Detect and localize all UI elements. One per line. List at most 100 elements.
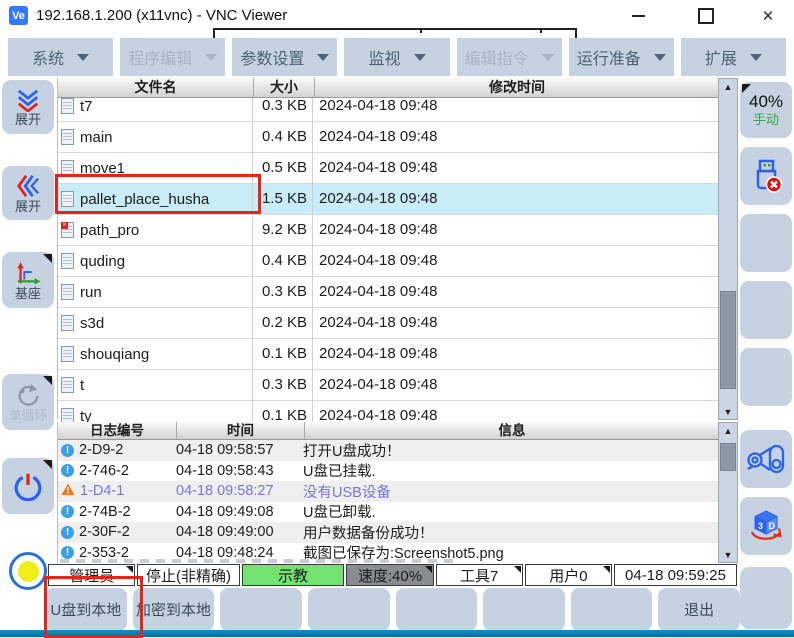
- file-row-run[interactable]: run 0.3 KB 2024-04-18 09:48: [58, 277, 719, 308]
- log-time: 04-18 09:58:57: [176, 442, 303, 458]
- manual-mode-label: 手动: [753, 112, 779, 127]
- jog-control-button[interactable]: [740, 430, 792, 488]
- scroll-up-icon[interactable]: ▲: [719, 79, 737, 94]
- file-row-s3d[interactable]: s3d 0.2 KB 2024-04-18 09:48: [58, 308, 719, 339]
- expand-left-button[interactable]: 展开: [2, 166, 54, 220]
- menu-item-label: 编辑指令: [465, 45, 529, 69]
- file-modified-time: 2024-04-18 09:48: [313, 308, 719, 338]
- info-icon: !: [61, 444, 74, 457]
- log-message: U盘已挂载.: [303, 460, 719, 481]
- bottom-button-4[interactable]: [308, 588, 390, 631]
- vnc-screen-edge-tick: [420, 28, 422, 33]
- log-info-header: 信息: [305, 422, 719, 439]
- bottom-button-6[interactable]: [483, 588, 565, 631]
- scrollbar-thumb[interactable]: [720, 443, 736, 471]
- file-modified-time: 2024-04-18 09:48: [313, 339, 719, 369]
- log-row-partial: [60, 559, 460, 563]
- usb-eject-button[interactable]: [740, 147, 792, 205]
- speed-mode-button[interactable]: 40% 手动: [740, 82, 792, 138]
- right-toolbar-button-4[interactable]: [740, 281, 792, 339]
- log-message: 打开U盘成功！: [303, 440, 719, 461]
- tool-segment[interactable]: 工具7: [436, 564, 523, 586]
- svg-text:D: D: [769, 521, 776, 531]
- scroll-up-icon[interactable]: ▲: [719, 423, 737, 438]
- bottom-button-3[interactable]: [220, 588, 302, 631]
- scroll-down-icon[interactable]: ▼: [719, 547, 737, 562]
- file-table-scrollbar[interactable]: ▲ ▼: [718, 78, 738, 420]
- log-row-2-D9-2[interactable]: ! 2-D9-2 04-18 09:58:57 打开U盘成功！: [58, 440, 719, 461]
- exit-button[interactable]: 退出: [658, 588, 740, 631]
- file-modified-time: 2024-04-18 09:48: [313, 184, 719, 214]
- encrypt-to-local-button[interactable]: 加密到本地: [133, 588, 215, 631]
- file-row-quding[interactable]: quding 0.4 KB 2024-04-18 09:48: [58, 246, 719, 277]
- scrollbar-thumb[interactable]: [720, 291, 736, 389]
- 3d-view-button[interactable]: 3 D: [740, 497, 792, 555]
- file-name: t: [80, 377, 84, 394]
- log-row-2-74B-2[interactable]: ! 2-74B-2 04-18 09:49:08 U盘已卸载.: [58, 502, 719, 523]
- bottom-button-5[interactable]: [396, 588, 478, 631]
- power-button[interactable]: [2, 458, 54, 514]
- log-table-scrollbar[interactable]: ▲ ▼: [718, 422, 738, 563]
- document-icon: [61, 253, 74, 269]
- maximize-button[interactable]: [686, 0, 726, 32]
- chevron-down-icon: [77, 54, 89, 61]
- chevron-down-icon: [542, 54, 554, 61]
- right-toolbar-button-3[interactable]: [740, 214, 792, 272]
- right-toolbar-button-8[interactable]: [740, 567, 792, 629]
- expand-down-icon: [15, 88, 41, 112]
- file-row-shouqiang[interactable]: shouqiang 0.1 KB 2024-04-18 09:48: [58, 339, 719, 370]
- file-row-main[interactable]: main 0.4 KB 2024-04-18 09:48: [58, 122, 719, 153]
- minimize-button[interactable]: [618, 0, 658, 32]
- document-icon: [61, 315, 74, 331]
- log-row-2-30F-2[interactable]: ! 2-30F-2 04-18 09:49:00 用户数据备份成功！: [58, 522, 719, 543]
- file-name-header: 文件名: [58, 78, 254, 97]
- file-name: t7: [80, 98, 93, 115]
- log-id: 2-746-2: [79, 463, 129, 479]
- info-icon: !: [61, 464, 74, 477]
- document-icon: [61, 222, 74, 238]
- right-toolbar-button-5[interactable]: [740, 348, 792, 406]
- menu-item-3[interactable]: 监视: [344, 38, 449, 76]
- log-time: 04-18 09:58:27: [176, 483, 303, 499]
- bottom-button-7[interactable]: [571, 588, 653, 631]
- menu-item-4: 编辑指令: [457, 38, 562, 76]
- menu-item-5[interactable]: 运行准备: [569, 38, 674, 76]
- log-id-header: 日志编号: [58, 422, 177, 439]
- log-time: 04-18 09:49:00: [176, 524, 303, 540]
- log-row-1-D4-1[interactable]: ! 1-D4-1 04-18 09:58:27 没有USB设备: [58, 481, 719, 502]
- vnc-logo-icon: Ve: [9, 6, 28, 25]
- bottom-button-bar: U盘到本地加密到本地退出: [45, 588, 740, 631]
- menu-item-2[interactable]: 参数设置: [232, 38, 337, 76]
- scroll-down-icon[interactable]: ▼: [719, 404, 737, 419]
- teach-mode-segment[interactable]: 示教: [242, 564, 345, 586]
- log-id: 2-30F-2: [79, 524, 130, 540]
- single-cycle-icon: [15, 382, 41, 408]
- file-name: path_pro: [80, 222, 139, 239]
- menu-item-0[interactable]: 系统: [8, 38, 113, 76]
- menu-item-label: 参数设置: [240, 45, 304, 69]
- file-size: 0.4 KB: [253, 122, 313, 152]
- log-table-header: 日志编号 时间 信息: [58, 422, 719, 440]
- base-coordinate-button[interactable]: 基座: [2, 252, 54, 308]
- run-state-segment[interactable]: 停止(非精确): [137, 564, 240, 586]
- user-frame-segment[interactable]: 用户0: [525, 564, 612, 586]
- log-table: 日志编号 时间 信息 ! 2-D9-2 04-18 09:58:57 打开U盘成…: [57, 422, 719, 563]
- log-time: 04-18 09:49:08: [176, 504, 303, 520]
- expand-left-label: 展开: [15, 200, 41, 214]
- menu-item-1: 程序编辑: [120, 38, 225, 76]
- file-modified-time: 2024-04-18 09:48: [313, 215, 719, 245]
- chevron-down-icon: [317, 54, 329, 61]
- menu-item-label: 扩展: [705, 45, 737, 69]
- menu-item-6[interactable]: 扩展: [681, 38, 786, 76]
- speed-segment[interactable]: 速度:40%: [346, 564, 433, 586]
- single-cycle-button[interactable]: 单循环: [2, 374, 54, 430]
- base-axes-icon: [15, 260, 41, 286]
- log-row-2-746-2[interactable]: ! 2-746-2 04-18 09:58:43 U盘已挂载.: [58, 461, 719, 482]
- file-modified-time: 2024-04-18 09:48: [313, 370, 719, 400]
- file-row-t7[interactable]: t7 0.3 KB 2024-04-18 09:48: [58, 98, 719, 122]
- expand-down-button[interactable]: 展开: [2, 80, 54, 134]
- close-button[interactable]: ×: [748, 0, 788, 32]
- file-row-path_pro[interactable]: path_pro 9.2 KB 2024-04-18 09:48: [58, 215, 719, 246]
- file-row-t[interactable]: t 0.3 KB 2024-04-18 09:48: [58, 370, 719, 401]
- 3d-view-icon: 3 D: [748, 508, 784, 544]
